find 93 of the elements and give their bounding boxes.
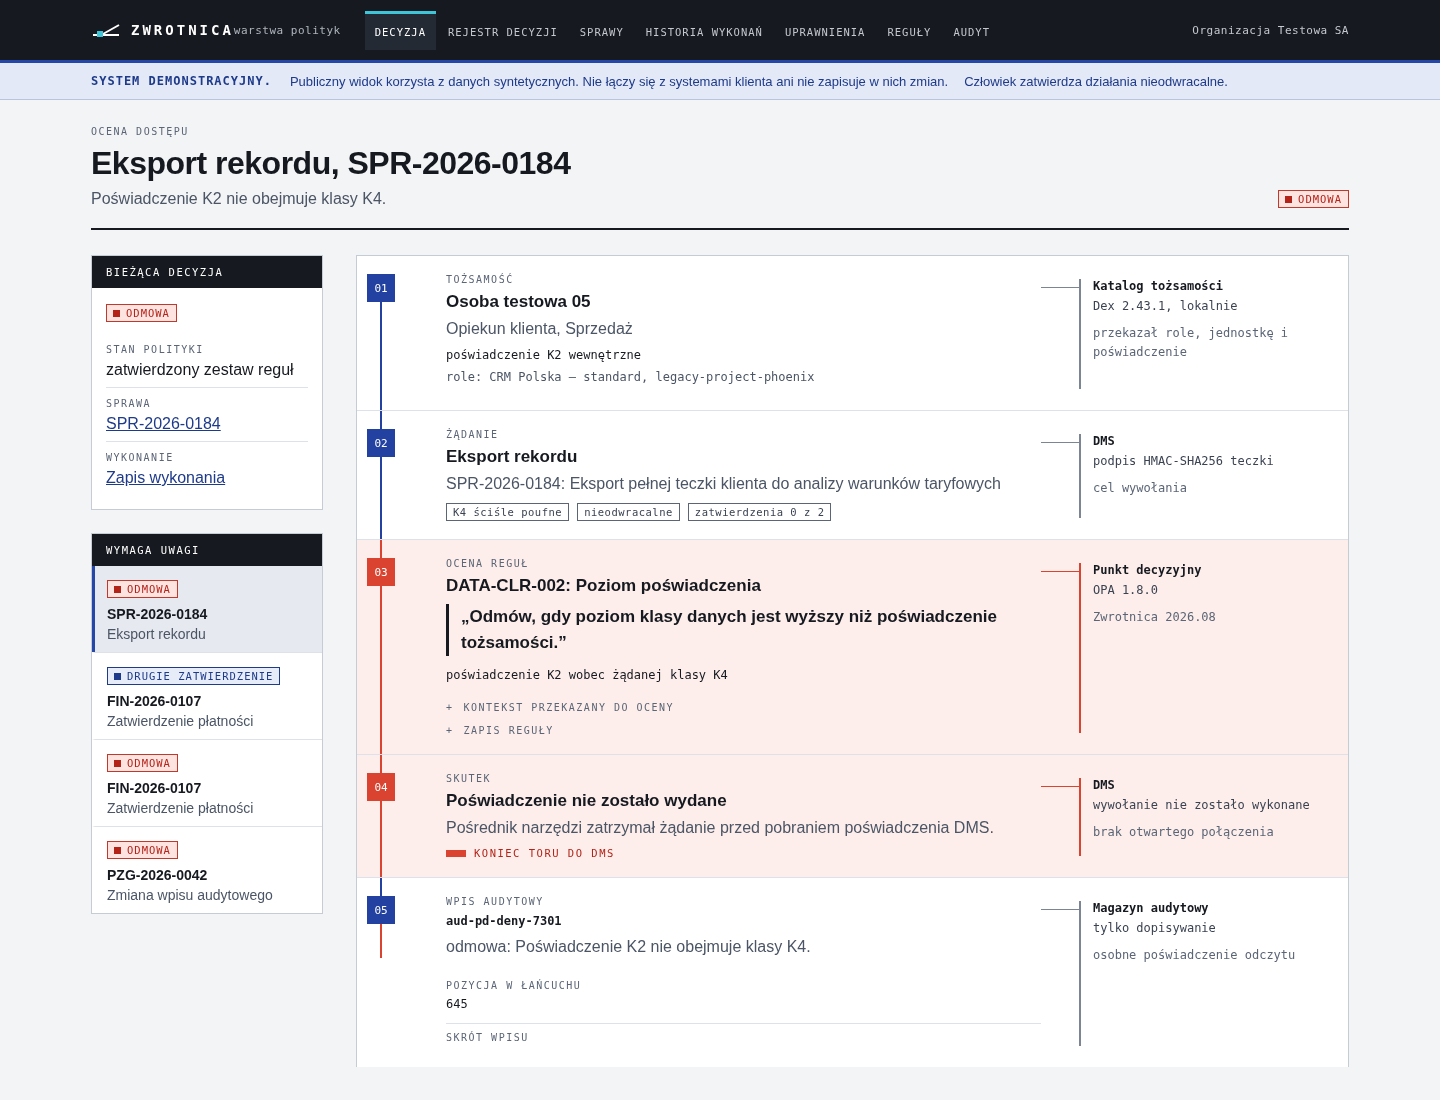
nav-tab[interactable]: AUDYT [943, 10, 1000, 50]
step-title: Eksport rekordu [446, 447, 578, 467]
field-value: zatwierdzony zestaw reguł [106, 361, 295, 379]
nav-tab[interactable]: UPRAWNIENIA [774, 10, 876, 50]
step-label: TOŻSAMOŚĆ [446, 274, 514, 285]
record-id: aud-pd-deny-7301 [446, 914, 562, 928]
item-id: PZG-2026-0042 [107, 867, 209, 883]
system-name: DMS [1093, 434, 1116, 448]
field-label: WYKONANIE [106, 452, 175, 463]
step-number: 04 [367, 773, 395, 801]
step-title: Osoba testowa 05 [446, 292, 591, 312]
detail-text: role: CRM Polska – standard, legacy-project-phoenix [446, 370, 815, 384]
step-label: SKUTEK [446, 773, 492, 784]
card-heading: WYMAGA UWAGI [92, 534, 322, 566]
step-label: WPIS AUDYTOWY [446, 896, 544, 907]
system-note: brak otwartego połączenia [1093, 824, 1275, 841]
system-detail: OPA 1.8.0 [1093, 582, 1160, 599]
system-note: Zwrotnica 2026.08 [1093, 609, 1217, 626]
nav-tab[interactable]: REJESTR DECYZJI [437, 10, 568, 50]
nav-tab[interactable]: SPRAWY [569, 10, 634, 50]
field-value: 645 [446, 997, 469, 1011]
page-title: Eksport rekordu, SPR-2026-0184 [91, 145, 571, 182]
nav-tab[interactable]: HISTORIA WYKONAŃ [635, 10, 773, 50]
item-title: Zmiana wpisu audytowego [107, 887, 274, 903]
status-badge: ODMOWA [107, 754, 178, 772]
system-name: Punkt decyzyjny [1093, 563, 1203, 577]
field-link[interactable]: Zapis wykonania [106, 469, 226, 487]
step-number: 01 [367, 274, 395, 302]
card-heading: BIEŻĄCA DECYZJA [92, 256, 322, 288]
system-note: cel wywołania [1093, 480, 1188, 497]
expand-icon[interactable]: + [446, 702, 454, 713]
attention-item[interactable]: ODMOWA PZG-2026-0042 Zmiana wpisu audytowego [92, 826, 322, 913]
step-description: odmowa: Poświadczenie K2 nie obejmuje klasy K4. [446, 938, 811, 956]
item-title: Zatwierdzenie płatności [107, 713, 255, 729]
tag: zatwierdzenia 0 z 2 [687, 503, 832, 521]
status-badge: ODMOWA [107, 841, 178, 859]
step-number: 03 [367, 558, 395, 586]
item-id: FIN-2026-0107 [107, 693, 203, 709]
step-title: DATA-CLR-002: Poziom poświadczenia [446, 576, 761, 596]
banner-title: SYSTEM DEMONSTRACYJNY. [91, 74, 272, 88]
system-detail: podpis HMAC-SHA256 teczki [1093, 453, 1275, 470]
attention-item[interactable]: DRUGIE ZATWIERDZENIE FIN-2026-0107 Zatwierdzenie płatności [92, 652, 322, 739]
system-detail: Dex 2.43.1, lokalnie [1093, 298, 1239, 315]
expand-icon[interactable]: + [446, 725, 454, 736]
system-detail: wywołanie nie zostało wykonane [1093, 797, 1311, 814]
step-number: 05 [367, 896, 395, 924]
attention-item[interactable]: ODMOWA FIN-2026-0107 Zatwierdzenie płatności [92, 739, 322, 826]
expander-link[interactable]: KONTEKST PRZEKAZANY DO OCENY [463, 702, 675, 713]
tag: K4 ściśle poufne [446, 503, 570, 521]
end-marker: KONIEC TORU DO DMS [474, 847, 615, 859]
item-id: SPR-2026-0184 [107, 606, 209, 622]
status-badge: ODMOWA [1278, 190, 1349, 208]
step-number: 02 [367, 429, 395, 457]
rule-quote: „Odmów, gdy poziom klasy danych jest wyższy niż poświadczenie tożsamości.” [446, 604, 1021, 656]
item-title: Eksport rekordu [107, 626, 207, 642]
system-name: DMS [1093, 778, 1116, 792]
system-detail: tylko dopisywanie [1093, 920, 1217, 937]
tag: nieodwracalne [577, 503, 680, 521]
end-bar-icon [446, 849, 466, 857]
detail-text: poświadczenie K2 wewnętrzne [446, 348, 642, 362]
nav-tab[interactable]: DECYZJA [364, 10, 436, 50]
brand-tagline: warstwa polityk [233, 23, 341, 37]
system-note: osobne poświadczenie odczytu [1093, 947, 1297, 964]
expander-link[interactable]: ZAPIS REGUŁY [463, 725, 554, 736]
step-description: SPR-2026-0184: Eksport pełnej teczki klienta do analizy warunków taryfowych [446, 475, 1001, 493]
nav-tab[interactable]: REGUŁY [877, 10, 942, 50]
step-description: Opiekun klienta, Sprzedaż [446, 320, 633, 338]
field-label: STAN POLITYKI [106, 344, 205, 355]
field-link[interactable]: SPR-2026-0184 [106, 415, 221, 433]
field-label: POZYCJA W ŁAŃCUCHU [446, 980, 583, 991]
banner-message: Człowiek zatwierdza działania nieodwracalne. [964, 73, 1228, 89]
attention-item[interactable]: ODMOWA SPR-2026-0184 Eksport rekordu [92, 566, 322, 652]
page-eyebrow: OCENA DOSTĘPU [91, 126, 190, 137]
status-badge: ODMOWA [107, 580, 178, 598]
step-label: OCENA REGUŁ [446, 558, 529, 569]
system-name: Magazyn audytowy [1093, 901, 1210, 915]
field-label: SPRAWA [106, 398, 153, 409]
item-title: Zatwierdzenie płatności [107, 800, 255, 816]
system-note: przekazał role, jednostkę i poświadczenie [1093, 325, 1290, 361]
logo-icon [91, 23, 121, 37]
system-name: Katalog tożsamości [1093, 279, 1225, 293]
item-id: FIN-2026-0107 [107, 780, 203, 796]
step-description: Pośrednik narzędzi zatrzymał żądanie przed pobraniem poświadczenia DMS. [446, 819, 994, 837]
step-title: Poświadczenie nie zostało wydane [446, 791, 727, 811]
status-badge: ODMOWA [106, 304, 177, 322]
step-label: ŻĄDANIE [446, 429, 499, 440]
status-badge: DRUGIE ZATWIERDZENIE [107, 667, 281, 685]
banner-message: Publiczny widok korzysta z danych syntetycznych. Nie łączy się z systemami klienta ani nie zapisuje w nich zmian. [289, 73, 949, 89]
field-label: SKRÓT WPISU [446, 1032, 530, 1043]
detail-text: poświadczenie K2 wobec żądanej klasy K4 [446, 668, 728, 682]
brand-name: ZWROTNICA [131, 22, 234, 38]
organization-name: Organizacja Testowa SA [1192, 23, 1349, 37]
page-subtitle: Poświadczenie K2 nie obejmuje klasy K4. [91, 190, 388, 208]
